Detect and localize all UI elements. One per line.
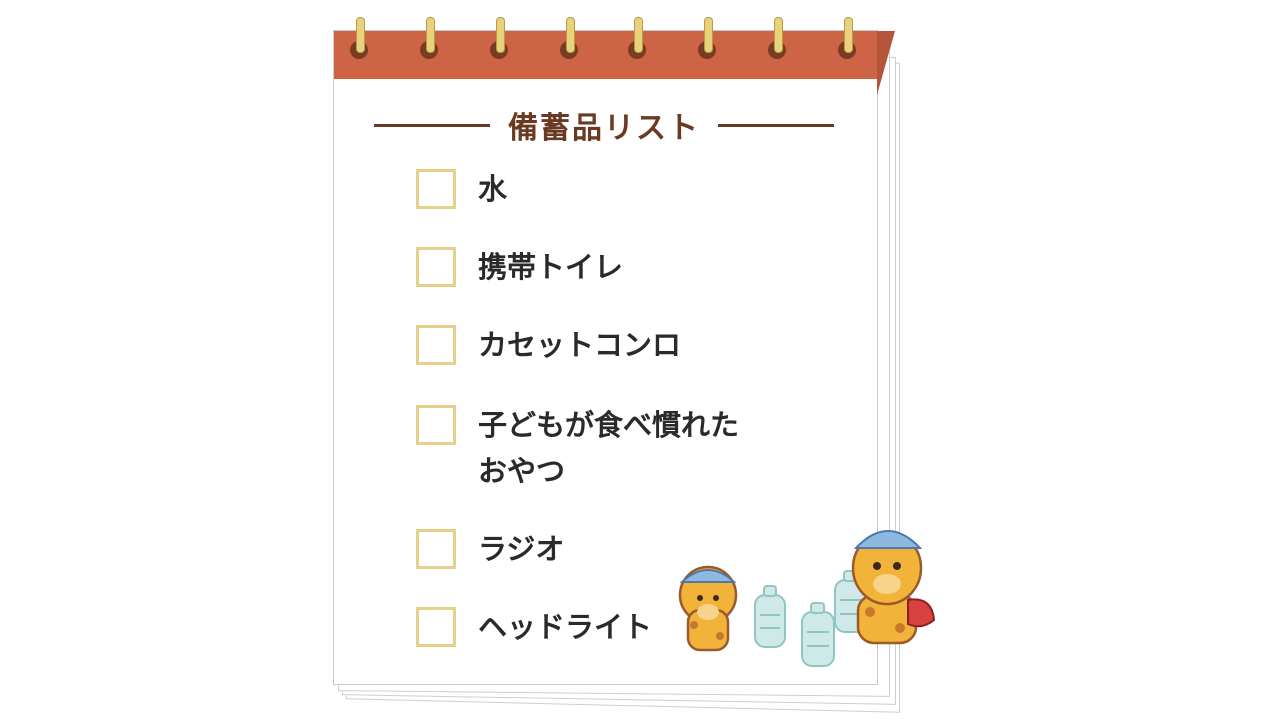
- checkbox[interactable]: [416, 405, 456, 445]
- giraffe-mascot-icon: [851, 530, 936, 645]
- binder-ring-icon: [488, 17, 510, 65]
- list-title-row: 備蓄品リスト: [374, 105, 834, 146]
- binder-ring-icon: [766, 17, 788, 65]
- mascot-illustration: [678, 530, 936, 667]
- checklist-item-portable-toilet[interactable]: 携帯トイレ: [416, 247, 808, 287]
- title-rule-right: [718, 123, 834, 127]
- header-fold: [877, 31, 895, 95]
- checkbox[interactable]: [416, 247, 456, 287]
- checklist-item-label: 子どもが食べ慣れた おやつ: [478, 402, 808, 494]
- checklist-item-snacks[interactable]: 子どもが食べ慣れた おやつ: [416, 405, 808, 494]
- notepad-stage: 備蓄品リスト 水 携帯トイレ カセットコンロ 子どもが食べ慣れた おやつ ラジオ: [0, 0, 1280, 720]
- giraffe-mascot-icon: [678, 565, 738, 652]
- checkbox[interactable]: [416, 529, 456, 569]
- checkbox[interactable]: [416, 607, 456, 647]
- water-bottle-icon: [754, 585, 786, 648]
- binder-ring-icon: [626, 17, 648, 65]
- binder-ring-icon: [836, 17, 858, 65]
- notepad-header-bar: [334, 31, 877, 79]
- checklist-item-label: 水: [478, 172, 508, 206]
- binder-ring-icon: [418, 17, 440, 65]
- title-rule-left: [374, 123, 490, 127]
- checkbox[interactable]: [416, 325, 456, 365]
- checklist-item-water[interactable]: 水: [416, 169, 808, 209]
- checklist-item-gas-stove[interactable]: カセットコンロ: [416, 325, 808, 365]
- checklist-item-label: カセットコンロ: [478, 328, 682, 362]
- binder-ring-icon: [348, 17, 370, 65]
- binder-ring-icon: [558, 17, 580, 65]
- list-title: 備蓄品リスト: [508, 111, 700, 146]
- checklist-item-label: 携帯トイレ: [478, 250, 624, 284]
- checkbox[interactable]: [416, 169, 456, 209]
- binder-ring-icon: [696, 17, 718, 65]
- water-bottle-icon: [801, 602, 835, 667]
- label-line-1: 子どもが食べ慣れた: [478, 408, 740, 442]
- label-line-2: おやつ: [478, 454, 566, 488]
